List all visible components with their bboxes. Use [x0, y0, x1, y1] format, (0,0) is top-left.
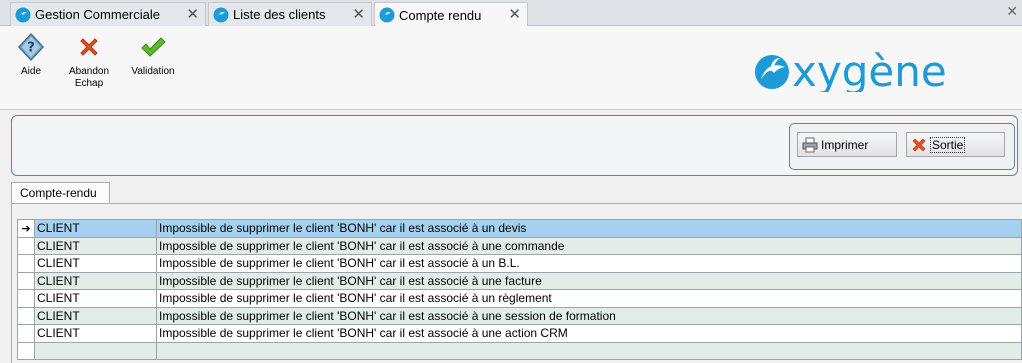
close-all-icon[interactable]: ✕ — [1006, 4, 1018, 20]
exit-label: Sortie — [930, 136, 966, 153]
table-row[interactable]: CLIENT Impossible de supprimer le client … — [17, 324, 1022, 343]
cell-message: Impossible de supprimer le client 'BONH'… — [156, 254, 1022, 273]
oxygene-app-icon — [213, 7, 229, 22]
oxygene-app-icon — [15, 7, 31, 22]
print-label: Imprimer — [821, 137, 869, 152]
aide-button[interactable]: ? Aide — [14, 32, 48, 78]
cell-type: CLIENT — [34, 254, 157, 273]
validation-label: Validation — [131, 66, 175, 77]
close-icon[interactable]: ✕ — [508, 6, 521, 22]
row-indicator — [17, 289, 35, 308]
tab-compte-rendu[interactable]: Compte rendu ✕ — [374, 2, 528, 27]
help-icon: ? — [18, 32, 44, 62]
cell-type: CLIENT — [34, 272, 157, 290]
cell-message: Impossible de supprimer le client 'BONH'… — [156, 307, 1022, 325]
row-indicator — [17, 342, 35, 360]
tab-label: Liste des clients — [233, 7, 326, 22]
table-row[interactable]: CLIENT Impossible de supprimer le client … — [17, 307, 1022, 325]
validation-button[interactable]: Validation — [128, 32, 178, 78]
oxygene-logo: xygène — [755, 48, 947, 92]
printer-icon — [802, 137, 818, 152]
row-indicator — [17, 237, 35, 255]
tab-liste-des-clients[interactable]: Liste des clients ✕ — [208, 2, 372, 26]
cancel-x-icon — [80, 38, 98, 56]
row-indicator-arrow-icon: ➔ — [17, 219, 35, 238]
table-row[interactable]: CLIENT Impossible de supprimer le client … — [17, 289, 1022, 308]
table-row[interactable] — [17, 342, 1022, 360]
svg-text:xygène: xygène — [792, 48, 947, 92]
row-indicator — [17, 272, 35, 290]
cell-message: Impossible de supprimer le client 'BONH'… — [156, 237, 1022, 255]
close-icon[interactable]: ✕ — [352, 6, 365, 22]
cell-message: Impossible de supprimer le client 'BONH'… — [156, 219, 1022, 238]
svg-text:?: ? — [27, 41, 35, 56]
cell-type: CLIENT — [34, 289, 157, 308]
tab-gestion-commerciale[interactable]: Gestion Commerciale ✕ — [10, 2, 206, 26]
cell-message: Impossible de supprimer le client 'BONH'… — [156, 324, 1022, 343]
cell-type: CLIENT — [34, 307, 157, 325]
toolbar: ? Aide Abandon Echap Validation xygène — [0, 26, 1022, 110]
print-button[interactable]: Imprimer — [797, 132, 897, 157]
oxygene-app-icon — [379, 7, 395, 23]
table-row[interactable]: ➔ CLIENT Impossible de supprimer le client… — [17, 219, 1022, 238]
abandon-button[interactable]: Abandon Echap — [64, 32, 114, 90]
cell-type: CLIENT — [34, 324, 157, 343]
close-red-icon — [912, 138, 926, 151]
tab-label: Gestion Commerciale — [35, 7, 160, 22]
table-row[interactable]: CLIENT Impossible de supprimer le client … — [17, 272, 1022, 290]
close-icon[interactable]: ✕ — [186, 6, 199, 22]
row-indicator — [17, 324, 35, 343]
row-indicator — [17, 254, 35, 273]
exit-button[interactable]: Sortie — [906, 132, 1005, 157]
table-row[interactable]: CLIENT Impossible de supprimer le client … — [17, 254, 1022, 273]
cell-message — [156, 342, 1022, 360]
report-grid: ➔ CLIENT Impossible de supprimer le client… — [17, 219, 1022, 360]
aide-label: Aide — [20, 66, 41, 77]
abandon-shortcut: Echap — [74, 78, 104, 89]
cell-message: Impossible de supprimer le client 'BONH'… — [156, 272, 1022, 290]
tab-strip: Gestion Commerciale ✕ Liste des clients … — [0, 0, 1022, 27]
checkmark-icon — [141, 37, 166, 57]
table-row[interactable]: CLIENT Impossible de supprimer le client … — [17, 237, 1022, 255]
abandon-label: Abandon — [68, 66, 110, 77]
cell-type — [34, 342, 157, 360]
row-indicator — [17, 307, 35, 325]
cell-message: Impossible de supprimer le client 'BONH'… — [156, 289, 1022, 308]
cell-type: CLIENT — [34, 237, 157, 255]
cell-type: CLIENT — [34, 219, 157, 238]
tab-label: Compte rendu — [399, 7, 482, 23]
tab-compte-rendu-content[interactable]: Compte-rendu — [11, 182, 110, 204]
